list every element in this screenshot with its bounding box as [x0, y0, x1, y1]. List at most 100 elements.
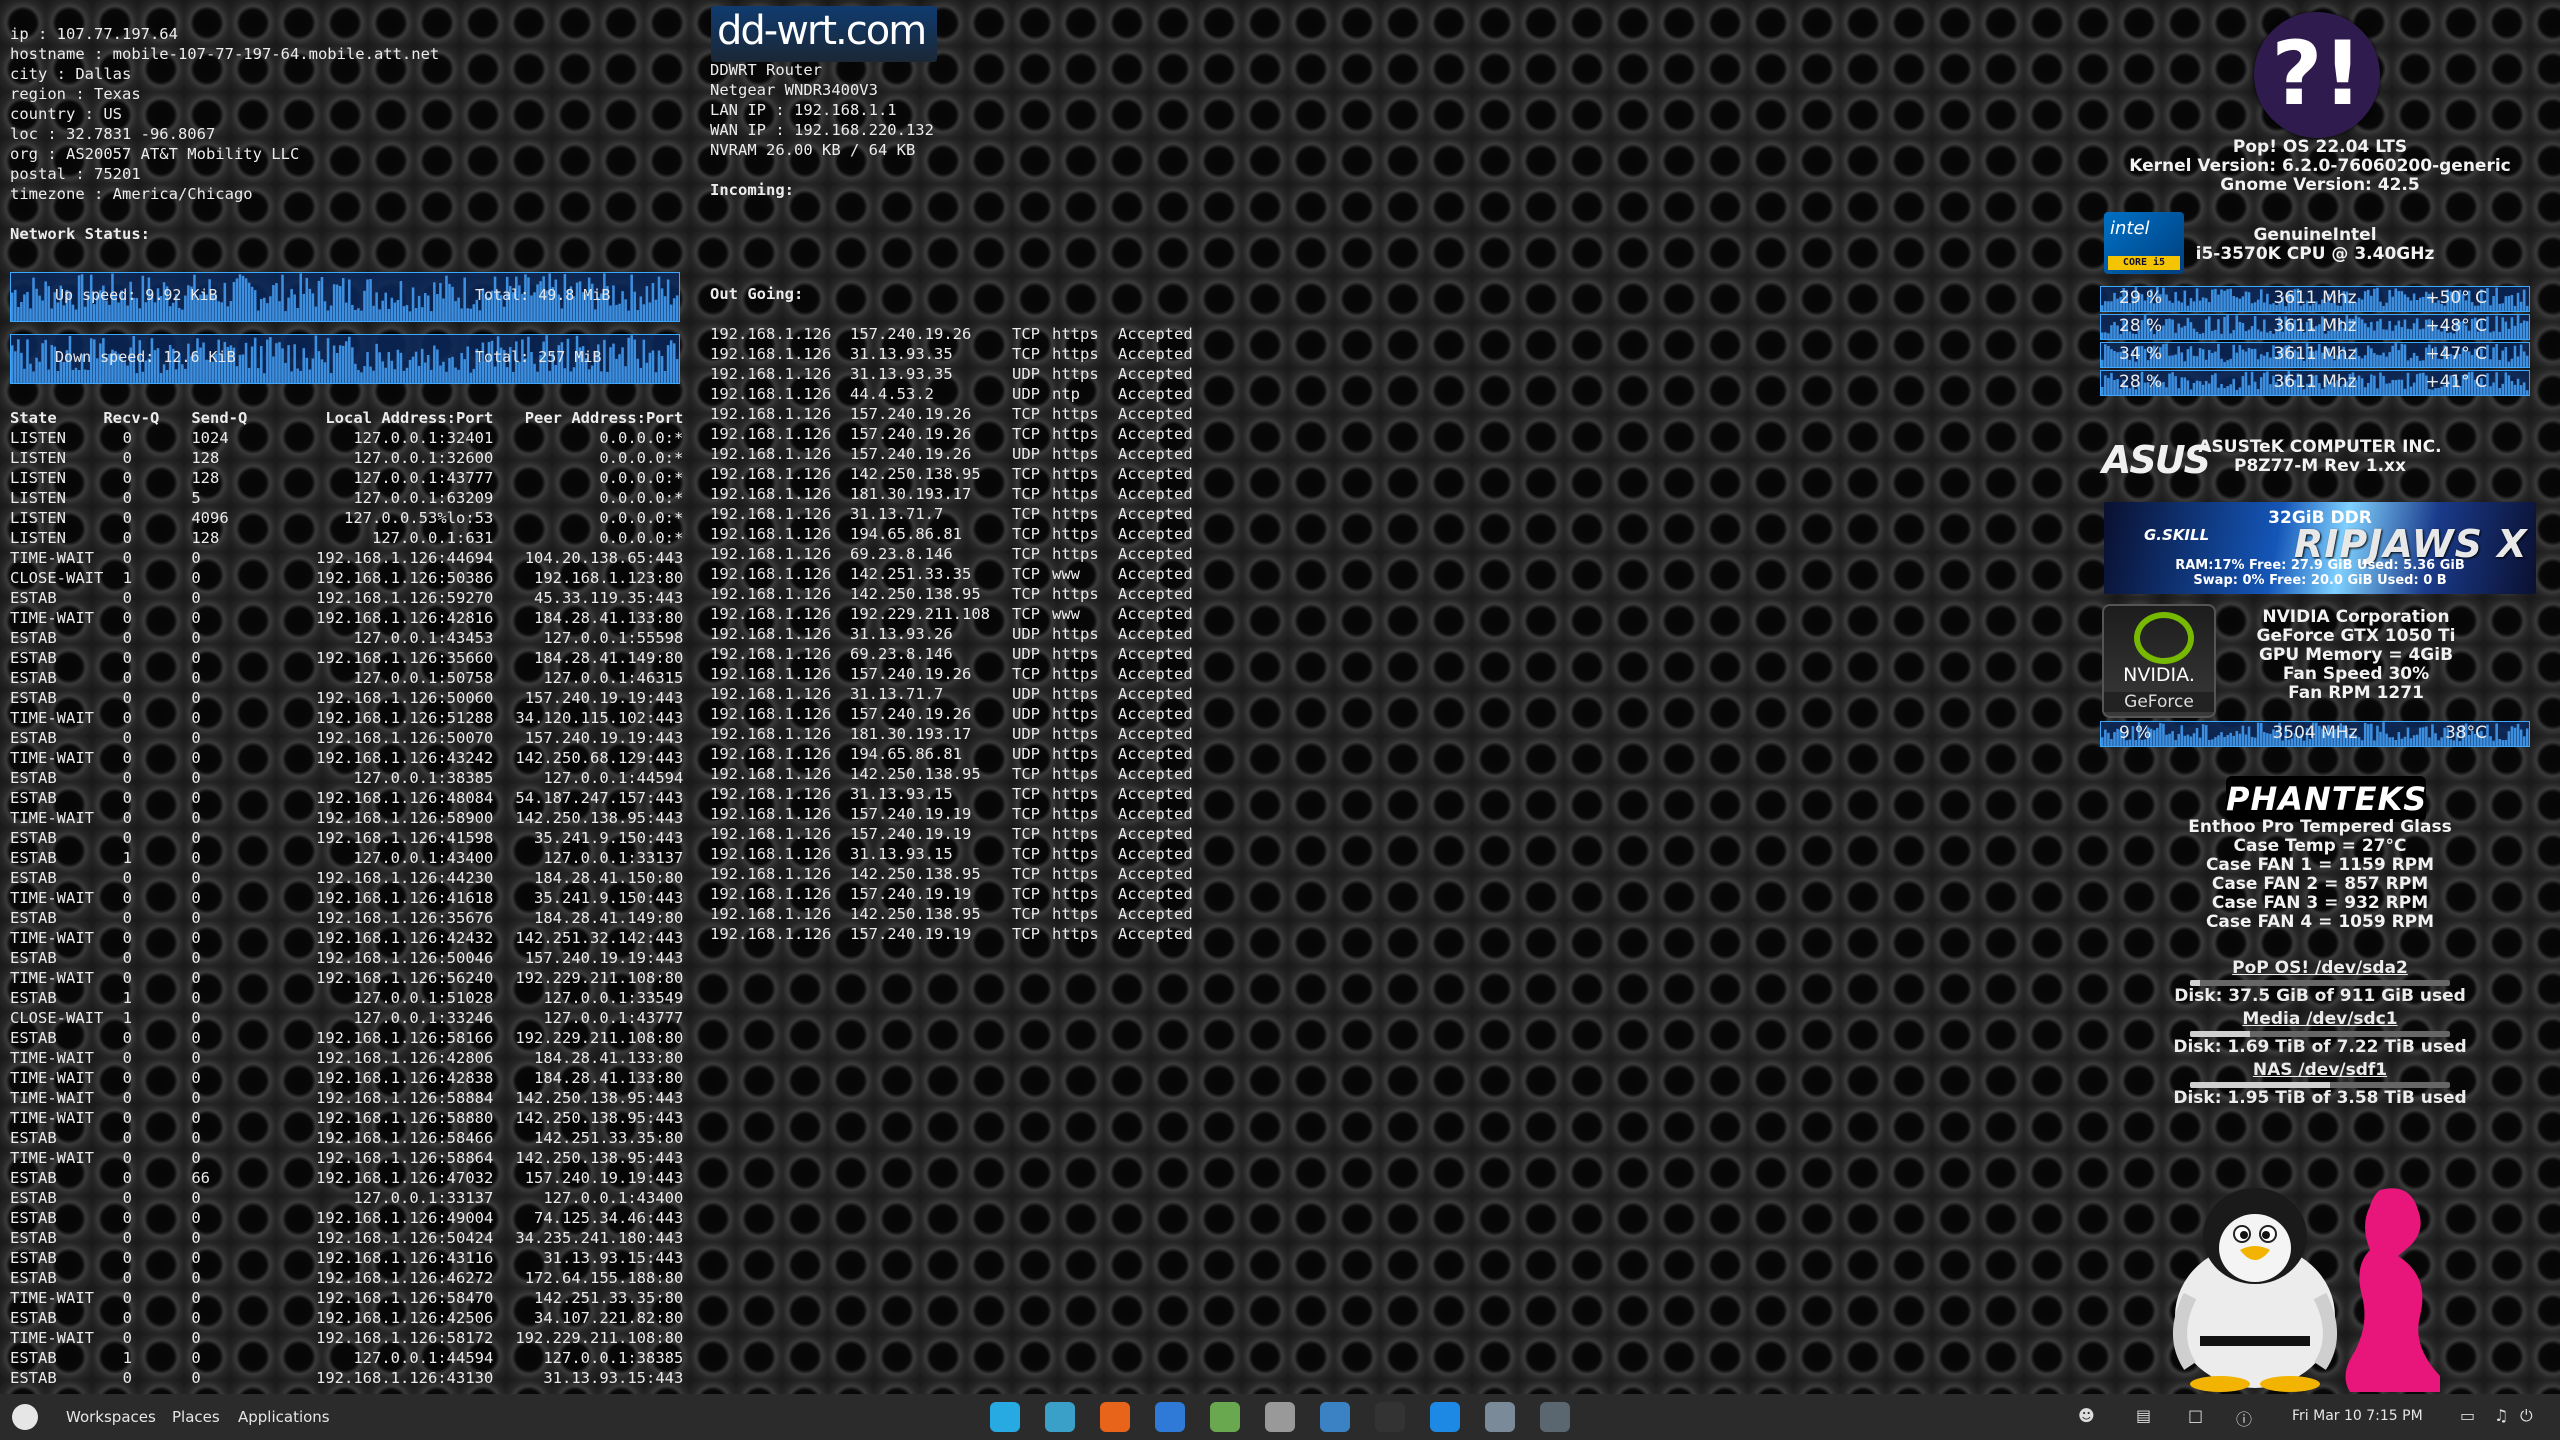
graph-bar: [430, 311, 433, 321]
terminal-icon[interactable]: [1375, 1402, 1405, 1432]
graph-bar: [472, 368, 476, 383]
out-source-ip: 192.168.1.126: [710, 845, 832, 863]
cpu-info-line: i5-3570K CPU @ 3.40GHz: [2195, 244, 2435, 264]
graph-bar: [326, 338, 330, 383]
graph-bar: [651, 282, 655, 321]
graph-bar: [86, 369, 90, 383]
files-icon[interactable]: [1485, 1402, 1515, 1432]
graph-bar: [672, 343, 676, 383]
conn-send-q: 128: [191, 469, 220, 487]
popos-logo: ?!: [2254, 12, 2380, 138]
out-protocol: UDP: [1012, 725, 1040, 743]
graph-bar: [466, 308, 469, 321]
graph-bar: [247, 367, 251, 383]
conn-local-address: 192.168.1.126:42838: [316, 1069, 494, 1087]
router-info-line: LAN IP : 192.168.1.1: [710, 101, 897, 119]
out-status: Accepted: [1118, 505, 1193, 523]
conn-send-q: 0: [191, 549, 201, 567]
conn-local-address: 192.168.1.126:35676: [316, 909, 494, 927]
graph-bar: [83, 369, 87, 383]
header-recv-q: Recv-Q: [103, 409, 160, 427]
table-row: ESTAB 0 0 192.168.1.126:50060 157.240.19.19:…: [10, 688, 683, 708]
table-row: ESTAB 0 0 192.168.1.126:41598 35.241.9.150:4…: [10, 828, 683, 848]
graph-bar: [396, 349, 400, 383]
graph-bar: [44, 339, 47, 383]
browser-icon[interactable]: [1430, 1402, 1460, 1432]
network-icon[interactable]: ▤: [2136, 1406, 2151, 1425]
graph-bar: [17, 339, 20, 383]
disk-image-icon[interactable]: [1320, 1402, 1350, 1432]
graph-bar: [448, 358, 451, 383]
cpu-core-temperature: +48° C: [2425, 316, 2487, 336]
out-protocol: TCP: [1012, 425, 1040, 443]
yumex-icon[interactable]: [1210, 1402, 1240, 1432]
volume-icon[interactable]: ♫: [2494, 1406, 2508, 1425]
graph-bar: [445, 371, 448, 383]
graph-bar: [348, 279, 351, 321]
graph-bar: [269, 296, 272, 321]
conn-peer-address: 0.0.0.0:*: [599, 449, 684, 467]
ip-info-line: postal : 75201: [10, 165, 141, 183]
out-status: Accepted: [1118, 885, 1193, 903]
conn-recv-q: 0: [122, 949, 132, 967]
graph-bar: [387, 352, 391, 383]
display-icon[interactable]: ▭: [2460, 1406, 2475, 1425]
conn-recv-q: 0: [122, 1149, 132, 1167]
disk-name: NAS /dev/sdf1: [2252, 1060, 2388, 1080]
out-dest-ip: 31.13.93.15: [850, 845, 953, 863]
conn-send-q: 0: [191, 689, 201, 707]
app-grid-icon[interactable]: [990, 1402, 1020, 1432]
graph-bar: [281, 274, 284, 321]
conn-peer-address: 184.28.41.149:80: [534, 649, 684, 667]
graph-bar: [256, 368, 260, 383]
conn-send-q: 0: [191, 669, 201, 687]
conn-local-address: 192.168.1.126:42506: [316, 1309, 494, 1327]
accessibility-icon[interactable]: ☻: [2078, 1406, 2095, 1425]
workspaces-button[interactable]: Workspaces: [66, 1408, 156, 1426]
graph-bar: [74, 367, 78, 383]
conn-send-q: 0: [191, 709, 201, 727]
graph-bar: [615, 358, 618, 383]
applications-button[interactable]: Applications: [238, 1408, 330, 1426]
conn-peer-address: 127.0.0.1:55598: [543, 629, 684, 647]
table-row: ESTAB 0 0 192.168.1.126:58166 192.229.211.10…: [10, 1028, 683, 1048]
out-protocol: TCP: [1012, 325, 1040, 343]
graph-bar: [423, 362, 427, 383]
graph-bar: [244, 342, 248, 383]
tools-icon[interactable]: [1540, 1402, 1570, 1432]
graph-bar: [512, 371, 515, 383]
out-protocol: TCP: [1012, 665, 1040, 683]
graph-bar: [56, 371, 60, 383]
out-source-ip: 192.168.1.126: [710, 805, 832, 823]
firefox-icon[interactable]: [1100, 1402, 1130, 1432]
graph-bar: [654, 372, 658, 383]
settings-icon[interactable]: [1265, 1402, 1295, 1432]
table-row: ESTAB 0 0 127.0.0.1:50758 127.0.0.1:46315: [10, 668, 683, 688]
out-dest-ip: 69.23.8.146: [850, 545, 953, 563]
out-protocol: UDP: [1012, 745, 1040, 763]
help-icon[interactable]: ⓘ: [2236, 1406, 2252, 1430]
graph-bar: [290, 288, 293, 321]
places-button[interactable]: Places: [172, 1408, 220, 1426]
conn-send-q: 0: [191, 629, 201, 647]
conn-peer-address: 192.229.211.108:80: [515, 1029, 684, 1047]
screenshot-icon[interactable]: [1045, 1402, 1075, 1432]
thunderbird-icon[interactable]: [1155, 1402, 1185, 1432]
power-icon[interactable]: ⏻: [2520, 1406, 2533, 1426]
popos-menu-icon[interactable]: [12, 1404, 38, 1430]
out-protocol: TCP: [1012, 885, 1040, 903]
ip-info-block: ip : 107.77.197.64 hostname : mobile-107-…: [10, 24, 439, 204]
graph-bar: [32, 277, 35, 321]
clock[interactable]: Fri Mar 10 7:15 PM: [2292, 1408, 2423, 1424]
table-row: TIME-WAIT 0 0 192.168.1.126:41618 35.241.9.1…: [10, 888, 683, 908]
out-dest-ip: 142.251.33.35: [850, 565, 972, 583]
graph-bar: [275, 283, 278, 321]
graph-bar: [366, 279, 369, 321]
graph-bar: [35, 288, 38, 321]
table-row: ESTAB 0 0 192.168.1.126:49004 74.125.34.46:4…: [10, 1208, 683, 1228]
out-status: Accepted: [1118, 685, 1193, 703]
conn-send-q: 0: [191, 869, 201, 887]
conn-recv-q: 0: [122, 1169, 132, 1187]
clipboard-icon[interactable]: □: [2188, 1406, 2203, 1425]
gpu-info-line: Fan RPM 1271: [2288, 683, 2424, 703]
